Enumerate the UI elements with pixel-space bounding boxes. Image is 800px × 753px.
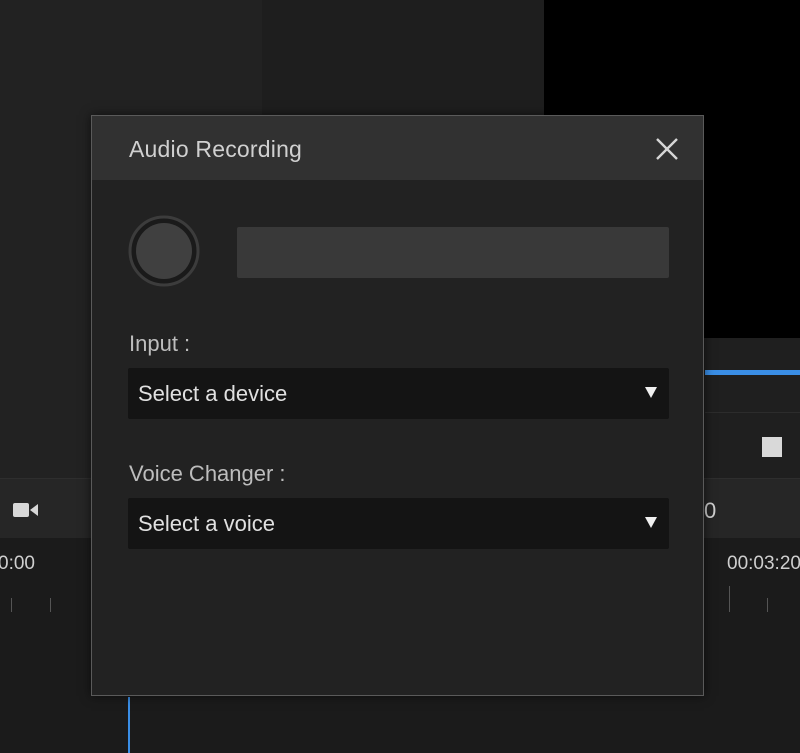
toolbar-partial-text: 0 xyxy=(704,498,717,523)
audio-recording-dialog: Audio Recording Input : Select a device … xyxy=(91,115,704,696)
record-button[interactable] xyxy=(128,215,200,287)
preview-controls-area xyxy=(705,338,800,478)
preview-divider xyxy=(705,412,800,413)
voice-changer-value: Select a voice xyxy=(138,511,275,536)
video-editor-app: 0 0:00 00:03:20 Audio Recording Input: … xyxy=(0,0,800,753)
dialog-header: Audio Recording xyxy=(92,116,703,180)
record-icon xyxy=(128,215,200,290)
video-camera-icon[interactable] xyxy=(12,500,40,520)
preview-progress-bar[interactable] xyxy=(705,370,800,375)
timeline-tick xyxy=(50,598,51,612)
voice-changer-select[interactable]: Select a voice xyxy=(128,498,669,549)
voice-changer-label: Voice Changer : xyxy=(129,461,286,486)
stop-button[interactable] xyxy=(762,437,782,457)
close-icon xyxy=(652,138,682,167)
input-device-select[interactable]: Select a device xyxy=(128,368,669,419)
close-button[interactable] xyxy=(652,134,682,164)
input-label: Input : xyxy=(129,331,191,356)
dropdown-arrow-icon xyxy=(645,517,657,528)
timeline-tick xyxy=(11,598,12,612)
timecode-end: 00:03:20 xyxy=(727,553,800,574)
dialog-title: Audio Recording xyxy=(129,136,303,162)
timeline-playhead[interactable] xyxy=(128,697,130,753)
dropdown-arrow-icon xyxy=(645,387,657,398)
timeline-tick xyxy=(767,598,768,612)
timeline-tick xyxy=(729,586,730,612)
audio-level-meter xyxy=(237,227,669,278)
input-device-value: Select a device xyxy=(138,381,288,406)
timecode-start: 0:00 xyxy=(0,553,35,574)
